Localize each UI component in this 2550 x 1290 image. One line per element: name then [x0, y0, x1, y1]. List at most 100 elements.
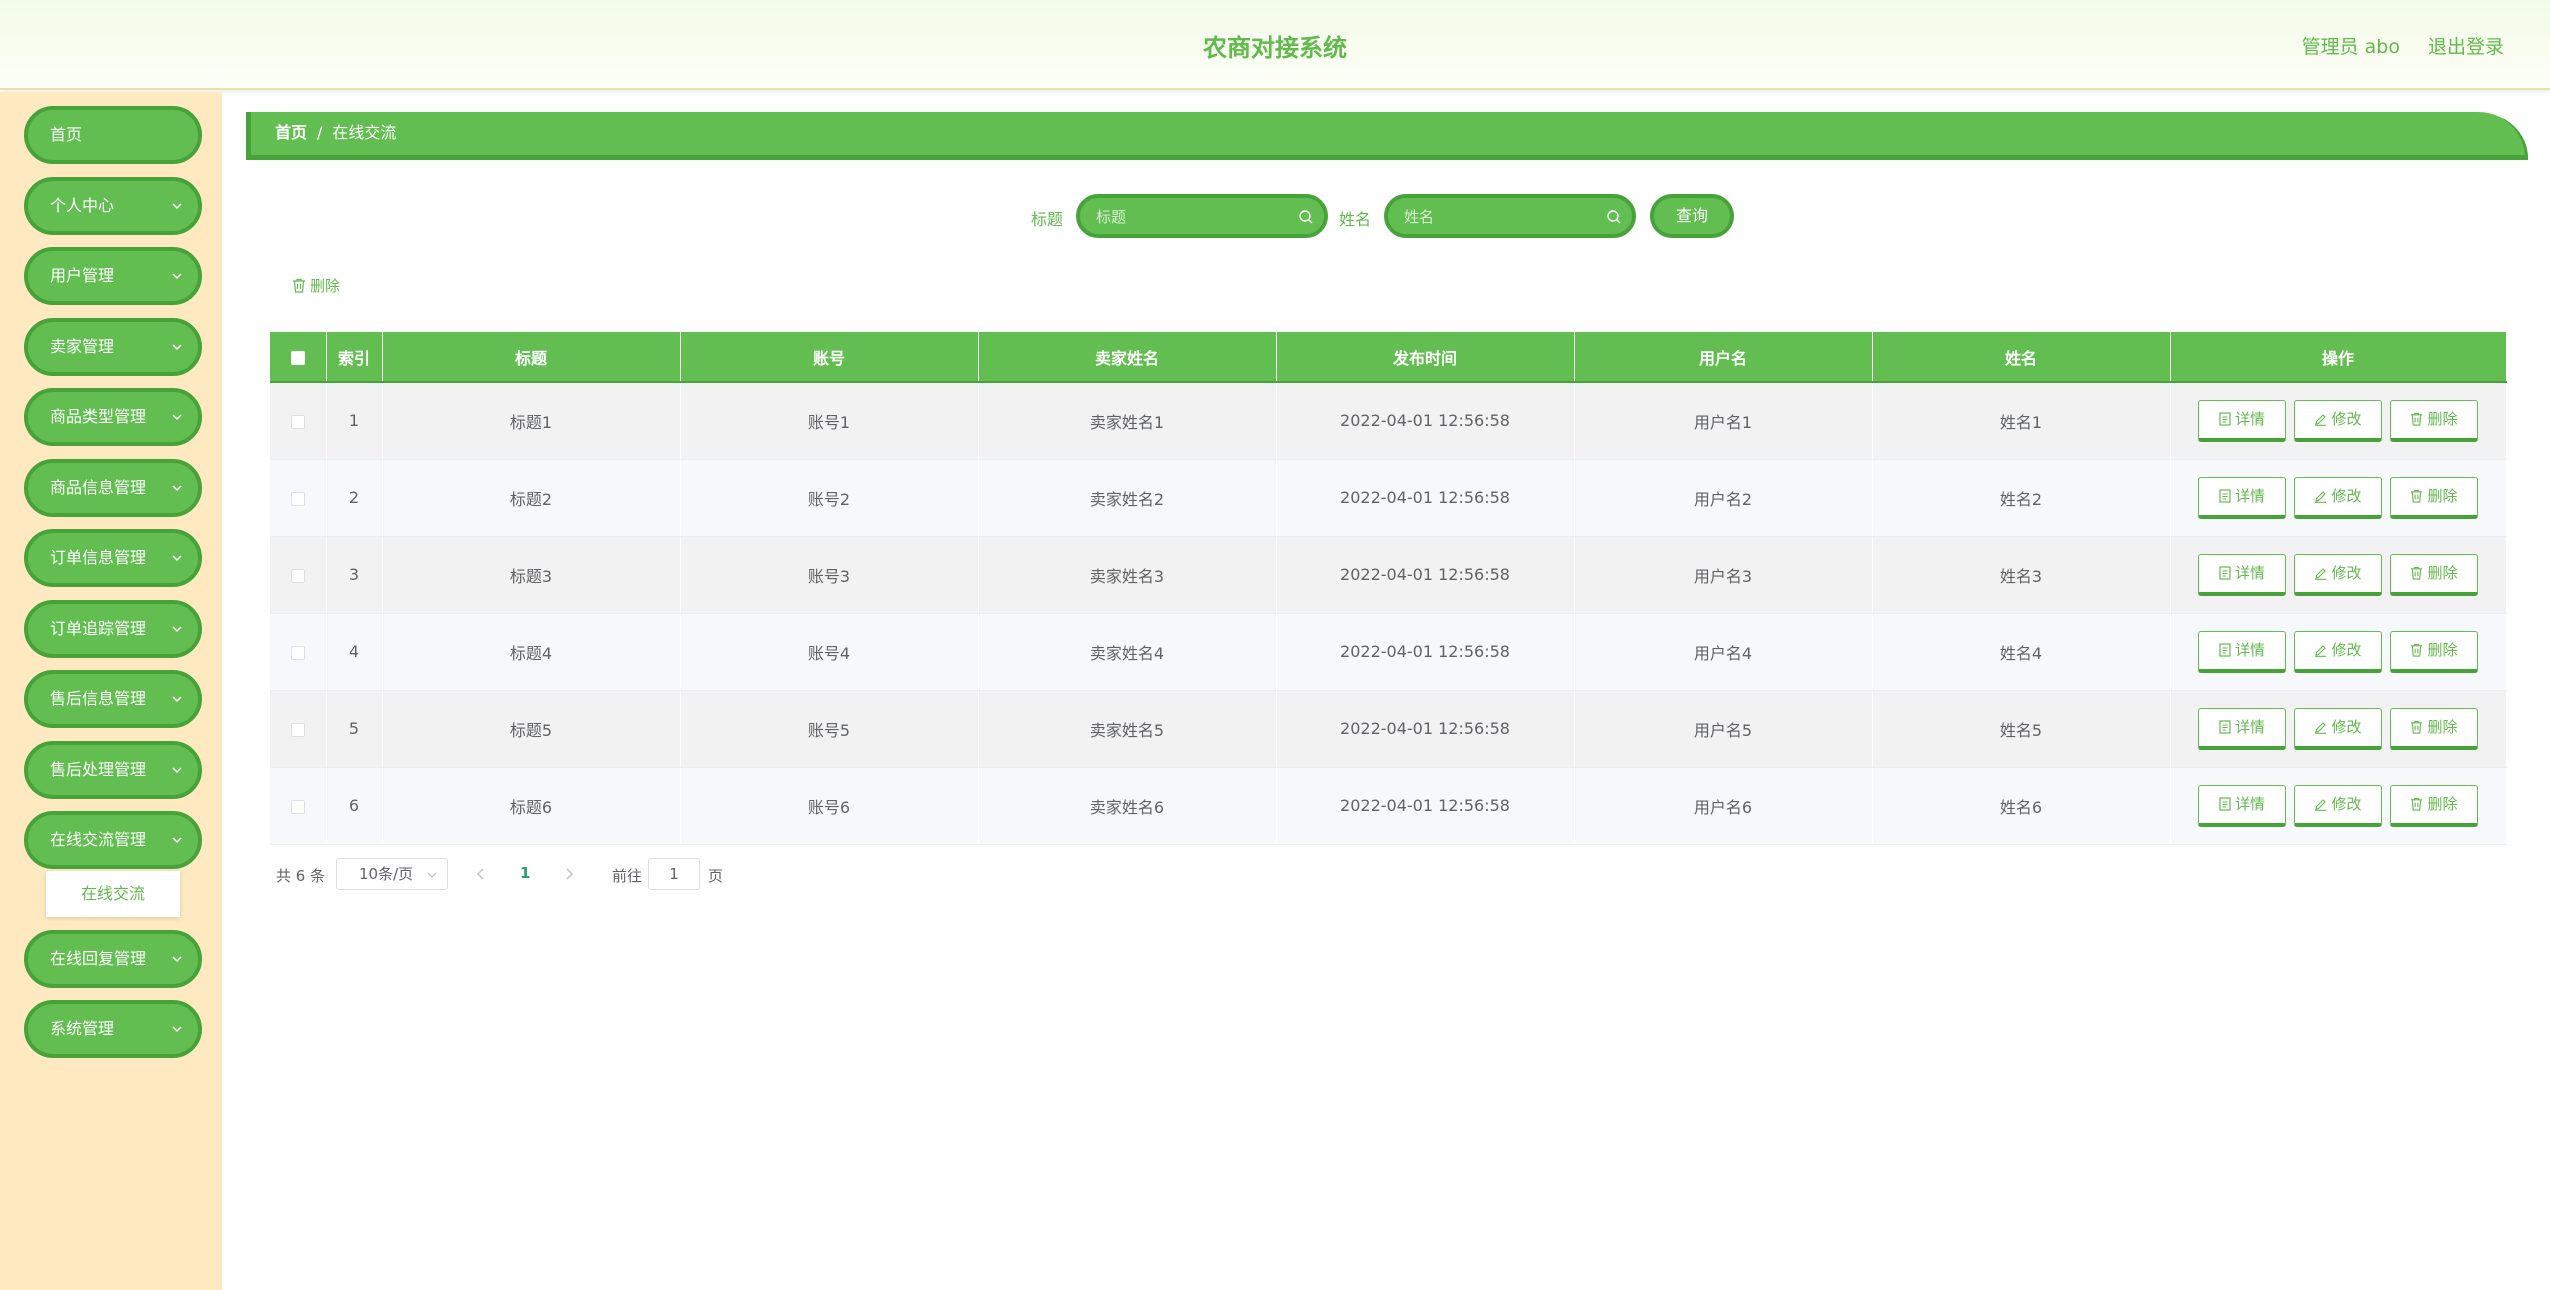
edit-button[interactable]: 修改: [2294, 553, 2382, 596]
delete-button-label: 删除: [2427, 717, 2458, 736]
column-header-seller-name: 卖家姓名: [978, 332, 1277, 383]
delete-button[interactable]: 删除: [2390, 707, 2478, 750]
sidebar-item-label: 在线交流管理: [50, 830, 147, 849]
chevron-down-icon: [172, 1026, 182, 1033]
breadcrumb-home[interactable]: 首页: [275, 123, 307, 142]
sidebar-item-label: 商品类型管理: [50, 407, 147, 426]
sidebar-item-product-type-management[interactable]: 商品类型管理: [24, 388, 202, 446]
cell-username: 用户名1: [1574, 382, 1873, 460]
detail-button[interactable]: 详情: [2198, 630, 2286, 673]
logout-link[interactable]: 退出登录: [2428, 32, 2504, 59]
cell-actions: 详情 修改 删除: [2170, 536, 2507, 614]
cell-title: 标题5: [382, 690, 681, 768]
delete-button-label: 删除: [2427, 640, 2458, 659]
delete-button-label: 删除: [2427, 563, 2458, 582]
delete-button[interactable]: 删除: [2390, 476, 2478, 519]
cell-publish-time: 2022-04-01 12:56:58: [1276, 382, 1575, 460]
cell-index: 3: [326, 536, 383, 614]
detail-button[interactable]: 详情: [2198, 784, 2286, 827]
chevron-down-icon: [172, 837, 182, 844]
edit-button[interactable]: 修改: [2294, 784, 2382, 827]
trash-icon: [2411, 643, 2423, 657]
name-search-input[interactable]: [1404, 204, 1594, 230]
delete-button[interactable]: 删除: [2390, 784, 2478, 827]
row-checkbox[interactable]: [290, 491, 305, 506]
table-row: 6 标题6 账号6 卖家姓名6 2022-04-01 12:56:58 用户名6 姓名6 详情…: [270, 767, 2507, 845]
table-header-row: 索引 标题 账号 卖家姓名 发布时间 用户名 姓名 操作: [270, 332, 2507, 383]
sidebar-item-label: 卖家管理: [50, 337, 115, 356]
table-row: 3 标题3 账号3 卖家姓名3 2022-04-01 12:56:58 用户名3 姓名3 详情…: [270, 536, 2507, 614]
goto-page-input[interactable]: [648, 858, 700, 890]
page-number-current[interactable]: 1: [520, 864, 530, 882]
edit-button[interactable]: 修改: [2294, 476, 2382, 519]
delete-button[interactable]: 删除: [2390, 399, 2478, 442]
edit-icon: [2315, 721, 2327, 734]
row-select-cell: [270, 536, 327, 614]
sidebar-item-seller-management[interactable]: 卖家管理: [24, 318, 202, 376]
detail-button-label: 详情: [2234, 717, 2265, 736]
page-size-select[interactable]: 10条/页: [336, 858, 448, 890]
cell-title: 标题4: [382, 613, 681, 691]
edit-button[interactable]: 修改: [2294, 707, 2382, 750]
cell-username: 用户名5: [1574, 690, 1873, 768]
sidebar-item-system-management[interactable]: 系统管理: [24, 1000, 202, 1058]
goto-suffix: 页: [708, 867, 724, 885]
cell-account: 账号5: [680, 690, 979, 768]
prev-page-icon[interactable]: [476, 867, 486, 881]
page-size-value: 10条/页: [359, 865, 414, 883]
column-header-username: 用户名: [1574, 332, 1873, 383]
row-checkbox[interactable]: [290, 722, 305, 737]
sidebar-item-order-tracking-management[interactable]: 订单追踪管理: [24, 600, 202, 658]
row-checkbox[interactable]: [290, 414, 305, 429]
row-checkbox[interactable]: [290, 568, 305, 583]
detail-button[interactable]: 详情: [2198, 553, 2286, 596]
select-all-checkbox[interactable]: [290, 350, 305, 365]
cell-account: 账号3: [680, 536, 979, 614]
sidebar-item-online-chat-management[interactable]: 在线交流管理: [24, 811, 202, 869]
cell-title: 标题1: [382, 382, 681, 460]
sidebar-item-user-management[interactable]: 用户管理: [24, 247, 202, 305]
cell-name: 姓名3: [1872, 536, 2171, 614]
column-header-actions: 操作: [2170, 332, 2507, 383]
breadcrumb: 首页 / 在线交流: [246, 112, 2528, 160]
sidebar-subitem-online-chat[interactable]: 在线交流: [46, 871, 180, 917]
detail-button[interactable]: 详情: [2198, 476, 2286, 519]
sidebar-item-after-sales-handling-management[interactable]: 售后处理管理: [24, 741, 202, 799]
delete-button[interactable]: 删除: [2390, 630, 2478, 673]
detail-button[interactable]: 详情: [2198, 707, 2286, 750]
sidebar-item-online-reply-management[interactable]: 在线回复管理: [24, 930, 202, 988]
row-checkbox[interactable]: [290, 645, 305, 660]
chevron-down-icon: [427, 872, 437, 878]
cell-name: 姓名1: [1872, 382, 2171, 460]
next-page-icon[interactable]: [564, 867, 574, 881]
title-search-input[interactable]: [1096, 204, 1286, 230]
sidebar-item-product-info-management[interactable]: 商品信息管理: [24, 459, 202, 517]
title-search-label: 标题: [1031, 210, 1064, 229]
sidebar-item-label: 商品信息管理: [50, 478, 147, 497]
sidebar-item-after-sales-info-management[interactable]: 售后信息管理: [24, 670, 202, 728]
cell-account: 账号6: [680, 767, 979, 845]
document-icon: [2219, 565, 2231, 580]
search-icon: [1299, 210, 1313, 224]
bulk-delete-button[interactable]: 删除: [292, 275, 340, 296]
query-button[interactable]: 查询: [1650, 194, 1734, 238]
trash-icon: [2411, 412, 2423, 426]
edit-button[interactable]: 修改: [2294, 399, 2382, 442]
row-select-cell: [270, 382, 327, 460]
row-checkbox[interactable]: [290, 799, 305, 814]
edit-button-label: 修改: [2331, 409, 2362, 428]
current-user: 管理员 abo: [2301, 36, 2400, 58]
detail-button-label: 详情: [2234, 486, 2265, 505]
delete-button[interactable]: 删除: [2390, 553, 2478, 596]
trash-icon: [2411, 720, 2423, 734]
document-icon: [2219, 719, 2231, 734]
bulk-delete-label: 删除: [310, 277, 341, 295]
edit-button[interactable]: 修改: [2294, 630, 2382, 673]
title-search-box: [1076, 194, 1328, 238]
sidebar-item-home[interactable]: 首页: [24, 106, 202, 164]
detail-button[interactable]: 详情: [2198, 399, 2286, 442]
sidebar-item-label: 系统管理: [50, 1019, 115, 1038]
cell-account: 账号1: [680, 382, 979, 460]
cell-index: 2: [326, 459, 383, 537]
sidebar-item-order-info-management[interactable]: 订单信息管理: [24, 529, 202, 587]
